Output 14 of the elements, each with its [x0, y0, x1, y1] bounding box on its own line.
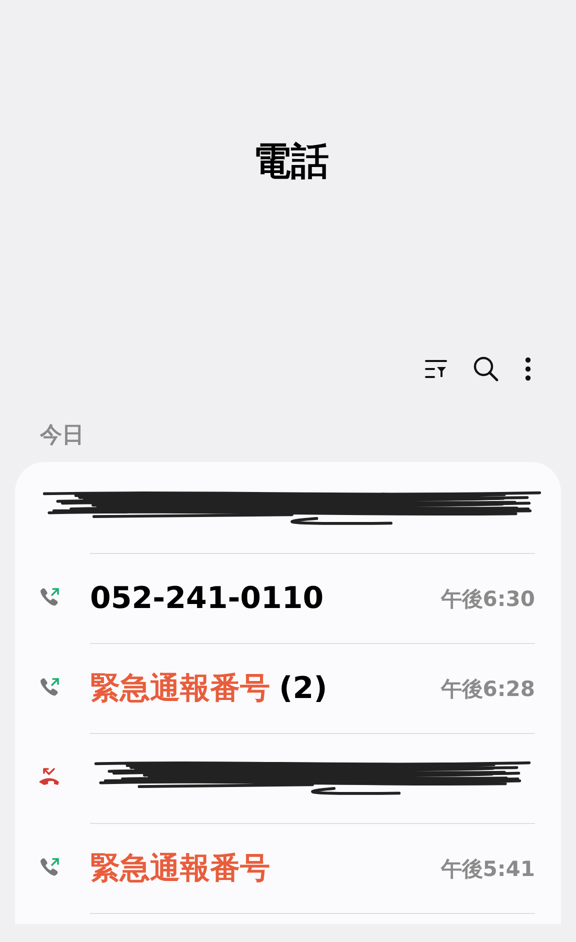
call-count: (2) [279, 671, 328, 706]
caller-name: 052-241-0110 [90, 580, 324, 618]
section-header: 今日 [40, 422, 84, 450]
call-log-item[interactable]: 052-241-0110 午後6:30 [90, 554, 535, 644]
page-title: 電話 [252, 138, 329, 185]
call-time: 午後5:41 [440, 856, 535, 882]
call-time: 午後6:30 [440, 586, 535, 612]
caller-name: 緊急通報番号 [90, 850, 270, 888]
filter-icon [424, 358, 448, 380]
call-log-item[interactable]: 緊急通報番号 (2) 午後6:28 [90, 644, 535, 734]
search-icon [473, 356, 499, 382]
more-icon [525, 357, 531, 381]
caller-name: 緊急通報番号 [90, 670, 270, 708]
call-time: 午後6:28 [440, 676, 535, 702]
